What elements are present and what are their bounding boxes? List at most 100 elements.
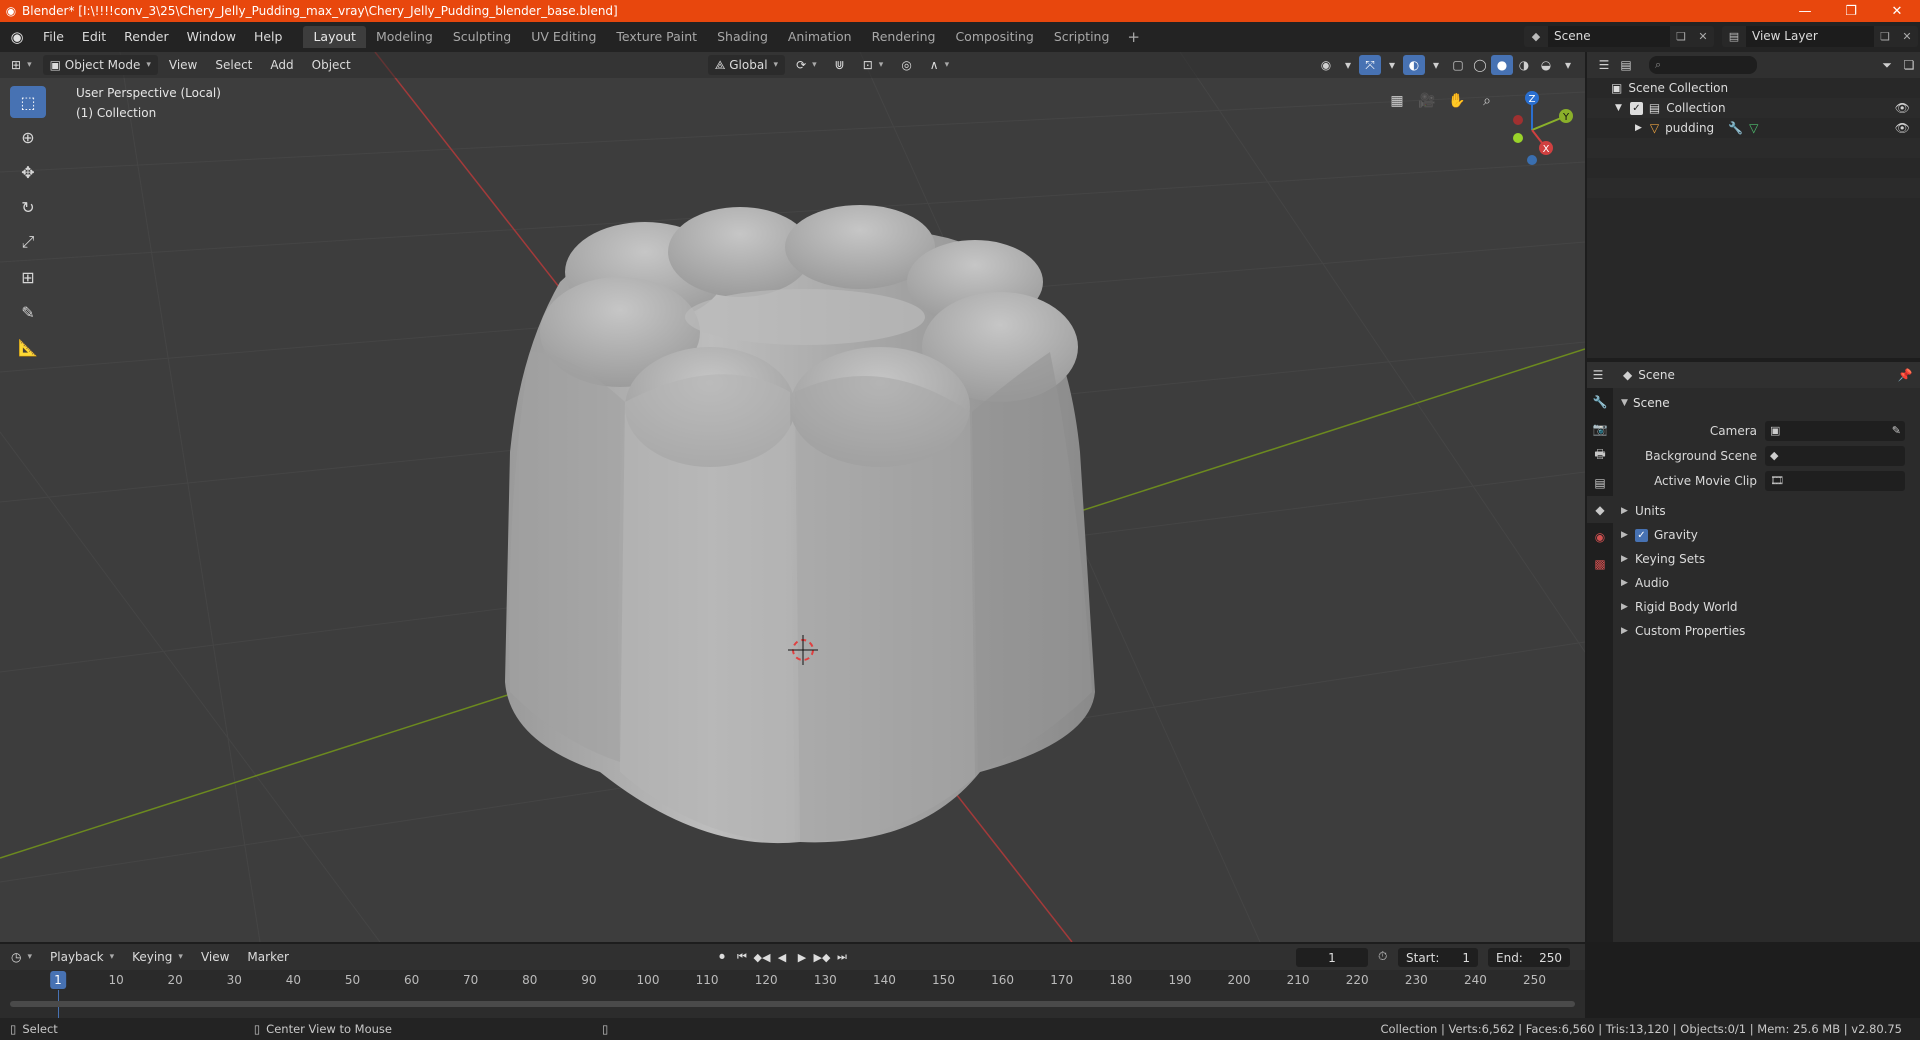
rotate-tool-icon[interactable]: ↻	[10, 191, 46, 223]
tab-layout[interactable]: Layout	[303, 26, 366, 48]
units-panel-header[interactable]: ▶ Units	[1615, 499, 1918, 523]
view-layer-field[interactable]: View Layer	[1746, 26, 1874, 47]
playback-menu[interactable]: Playback ▾	[43, 947, 121, 967]
minimize-button[interactable]: —	[1782, 0, 1828, 22]
menu-file[interactable]: File	[34, 22, 73, 52]
tab-modeling[interactable]: Modeling	[366, 26, 443, 48]
marker-menu[interactable]: Marker	[240, 947, 295, 967]
shading-dropdown-icon[interactable]: ▾	[1557, 55, 1579, 75]
scale-tool-icon[interactable]: ⤢	[10, 226, 46, 258]
annotate-tool-icon[interactable]: ✎	[10, 296, 46, 328]
menu-help[interactable]: Help	[245, 22, 292, 52]
tab-uv-editing[interactable]: UV Editing	[521, 26, 606, 48]
world-tab-icon[interactable]: ◉	[1587, 523, 1613, 550]
new-collection-icon[interactable]: ❏	[1898, 55, 1920, 75]
record-icon[interactable]: ⏺	[712, 948, 732, 966]
outliner-editor-type-icon[interactable]: ☰	[1593, 55, 1615, 75]
visibility-icon[interactable]: ◉	[1315, 55, 1337, 75]
scene-selector[interactable]: ◆ Scene ❏ ✕	[1524, 26, 1714, 47]
timeline-view-menu[interactable]: View	[194, 947, 236, 967]
scene-tab-icon[interactable]: ◆	[1587, 496, 1613, 523]
editor-type-button[interactable]: ⊞ ▾	[4, 55, 39, 75]
audio-panel-header[interactable]: ▶ Audio	[1615, 571, 1918, 595]
navigation-gizmo[interactable]: Z Y X	[1488, 86, 1576, 174]
mode-dropdown[interactable]: ▣ Object Mode ▾	[42, 55, 158, 75]
menu-render[interactable]: Render	[115, 22, 178, 52]
filter-icon[interactable]: ⏷	[1876, 55, 1898, 75]
gizmo-toggle-icon[interactable]: ⤧	[1359, 55, 1381, 75]
snap-icon[interactable]: ⋓	[828, 55, 852, 75]
collapse-arrow-icon[interactable]: ▼	[1615, 103, 1622, 113]
tab-compositing[interactable]: Compositing	[945, 26, 1043, 48]
object-row-pudding[interactable]: ▶ ▽ pudding 🔧 ▽ 👁	[1587, 118, 1920, 138]
rigid-body-world-panel-header[interactable]: ▶ Rigid Body World	[1615, 595, 1918, 619]
timeline-editor-type-icon[interactable]: ◷ ▾	[4, 947, 39, 967]
camera-field[interactable]: ▣ ✎	[1765, 420, 1905, 441]
play-reverse-icon[interactable]: ◀	[772, 948, 792, 966]
viewport-menu-select[interactable]: Select	[208, 55, 259, 75]
3d-viewport[interactable]: ⊞ ▾ ▣ Object Mode ▾ View Select Add Object…	[0, 52, 1585, 942]
select-box-icon[interactable]: ⬚	[10, 86, 46, 118]
expand-arrow-icon[interactable]: ▶	[1635, 123, 1642, 133]
gizmo-neg-y-axis[interactable]	[1513, 133, 1523, 143]
proportional-edit-icon[interactable]: ◎	[894, 55, 918, 75]
menu-window[interactable]: Window	[178, 22, 245, 52]
cursor-tool-icon[interactable]: ⊕	[10, 121, 46, 153]
maximize-button[interactable]: ❐	[1828, 0, 1874, 22]
visibility-dropdown-icon[interactable]: ▾	[1337, 55, 1359, 75]
jump-keyframe-back-icon[interactable]: ◆◀	[752, 948, 772, 966]
jump-end-icon[interactable]: ⏭	[832, 948, 852, 966]
menu-edit[interactable]: Edit	[73, 22, 115, 52]
gravity-panel-header[interactable]: ▶ ✓ Gravity	[1615, 523, 1918, 547]
camera-view-icon[interactable]: 🎥	[1412, 87, 1442, 115]
pudding-mesh[interactable]	[505, 205, 1095, 844]
viewport-menu-add[interactable]: Add	[263, 55, 300, 75]
timeline-ruler[interactable]: 1 10 20 30 40 50 60 70 80 90 100 110 120 130 140 150 16…	[0, 970, 1585, 990]
collection-checkbox[interactable]: ✓	[1629, 101, 1643, 115]
active-movie-clip-field[interactable]: 🎞	[1765, 470, 1905, 491]
tool-tab-icon[interactable]: 🔧	[1587, 388, 1613, 415]
xray-icon[interactable]: ▢	[1447, 55, 1469, 75]
gizmo-neg-x-axis[interactable]	[1513, 115, 1523, 125]
pin-icon[interactable]: 📌	[1894, 365, 1916, 385]
overlay-toggle-icon[interactable]: ◐	[1403, 55, 1425, 75]
tab-rendering[interactable]: Rendering	[862, 26, 946, 48]
grid-view-icon[interactable]: ▦	[1382, 87, 1412, 115]
start-frame-field[interactable]: Start: 1	[1398, 948, 1478, 967]
viewport-scene[interactable]	[0, 52, 1585, 942]
custom-properties-panel-header[interactable]: ▶ Custom Properties	[1615, 619, 1918, 643]
tab-sculpting[interactable]: Sculpting	[443, 26, 521, 48]
delete-scene-icon[interactable]: ✕	[1692, 30, 1714, 43]
new-scene-icon[interactable]: ❏	[1670, 30, 1692, 43]
background-scene-field[interactable]: ◆	[1765, 445, 1905, 466]
delete-view-layer-icon[interactable]: ✕	[1896, 30, 1918, 43]
viewport-menu-view[interactable]: View	[162, 55, 204, 75]
snap-target-icon[interactable]: ⊡ ▾	[856, 55, 891, 75]
keying-menu[interactable]: Keying ▾	[125, 947, 190, 967]
pivot-point-icon[interactable]: ⟳ ▾	[789, 55, 824, 75]
gravity-checkbox[interactable]: ✓	[1635, 528, 1648, 542]
gizmo-dropdown-icon[interactable]: ▾	[1381, 55, 1403, 75]
current-frame-indicator[interactable]: 1	[50, 971, 66, 989]
blender-menu-icon[interactable]: ◉	[0, 28, 34, 46]
transform-tool-icon[interactable]: ⊞	[10, 261, 46, 293]
measure-tool-icon[interactable]: 📐	[10, 331, 46, 363]
falloff-icon[interactable]: ∧ ▾	[923, 55, 956, 75]
view-layer-tab-icon[interactable]: ▤	[1587, 469, 1613, 496]
new-view-layer-icon[interactable]: ❏	[1874, 30, 1896, 43]
object-visibility-icon[interactable]: 👁	[1895, 121, 1910, 135]
end-frame-field[interactable]: End: 250	[1488, 948, 1570, 967]
tab-texture-paint[interactable]: Texture Paint	[606, 26, 707, 48]
tab-animation[interactable]: Animation	[778, 26, 862, 48]
overlay-dropdown-icon[interactable]: ▾	[1425, 55, 1447, 75]
gizmo-neg-z-axis[interactable]	[1527, 155, 1537, 165]
stopwatch-icon[interactable]: ⏱	[1378, 949, 1387, 964]
material-shading-icon[interactable]: ◑	[1513, 55, 1535, 75]
pan-hand-icon[interactable]: ✋	[1442, 87, 1472, 115]
display-mode-icon[interactable]: ▤	[1615, 55, 1637, 75]
play-icon[interactable]: ▶	[792, 948, 812, 966]
rendered-shading-icon[interactable]: ◒	[1535, 55, 1557, 75]
solid-shading-icon[interactable]: ●	[1491, 55, 1513, 75]
scene-name-field[interactable]: Scene	[1548, 26, 1670, 47]
timeline-track-area[interactable]	[0, 990, 1585, 1018]
